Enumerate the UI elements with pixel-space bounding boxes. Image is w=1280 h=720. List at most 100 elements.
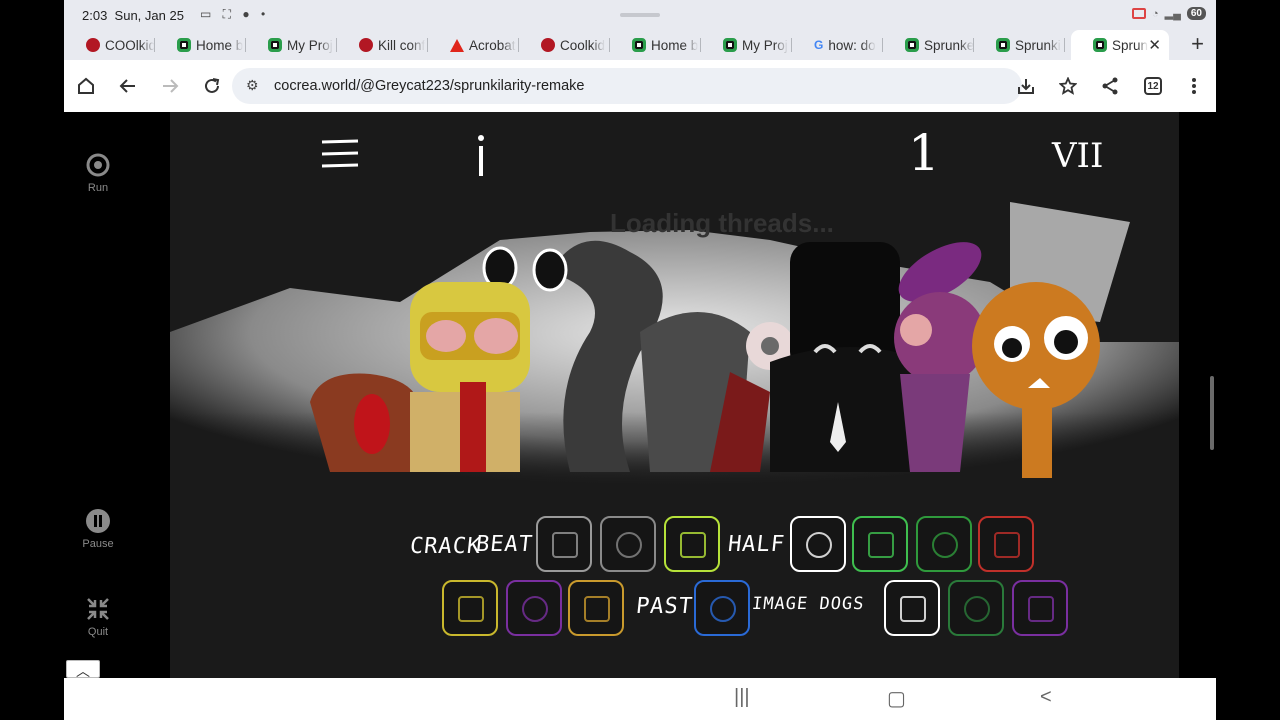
tab-2[interactable]: My Proj — [246, 30, 337, 60]
site-settings-icon[interactable]: ⚙ — [246, 77, 259, 94]
download-button[interactable] — [1012, 72, 1040, 100]
horns-glyph — [522, 596, 548, 622]
tab-label: Home b — [651, 37, 699, 53]
tree-sound-icon[interactable] — [948, 580, 1004, 636]
tab-4[interactable]: Acrobat — [428, 30, 519, 60]
wave-sound-icon[interactable] — [978, 516, 1034, 572]
bookmark-button[interactable] — [1054, 72, 1082, 100]
run-button[interactable]: Run — [64, 152, 132, 194]
info-button[interactable] — [475, 134, 487, 183]
tab-label: COOlkid — [105, 37, 155, 53]
share-button[interactable] — [1096, 72, 1124, 100]
eye-sound-icon[interactable] — [442, 580, 498, 636]
crossed-lines-glyph — [616, 532, 642, 558]
forward-button[interactable] — [156, 72, 184, 100]
tab-1[interactable]: Home b — [155, 30, 246, 60]
tab-label: Coolkid — [560, 37, 606, 53]
tab-10[interactable]: Sprunki — [974, 30, 1065, 60]
crossed-lines-sound-icon[interactable] — [600, 516, 656, 572]
pause-button[interactable]: Pause — [64, 508, 132, 550]
tab-9[interactable]: Sprunke — [883, 30, 974, 60]
home-button[interactable] — [72, 72, 100, 100]
flower-glyph — [868, 532, 894, 558]
palette-text-crack: CRACK — [408, 534, 483, 559]
candles-glyph — [680, 532, 706, 558]
horns-sound-icon[interactable] — [506, 580, 562, 636]
status-time: 2:03 Sun, Jan 25 — [82, 8, 184, 23]
diamond-sound-icon[interactable] — [884, 580, 940, 636]
recents-button[interactable]: ||| — [734, 686, 750, 709]
eye-glyph — [458, 596, 484, 622]
tab-0[interactable]: COOlkid — [64, 30, 155, 60]
acrobat-icon — [450, 38, 464, 52]
loading-text: Loading threads... — [610, 208, 834, 238]
arrow-right-icon — [163, 79, 179, 93]
quit-button[interactable]: Quit — [64, 596, 132, 638]
star-icon — [1059, 77, 1077, 95]
palette-text-image-dogs: IMAGE DOGS — [750, 594, 866, 614]
reload-icon — [205, 78, 220, 93]
flower-sound-icon[interactable] — [852, 516, 908, 572]
counter-value: 1 — [908, 124, 940, 182]
back-nav-button[interactable]: < — [1040, 686, 1052, 709]
signal-icon: ▂▄ — [1164, 8, 1181, 20]
reload-button[interactable] — [198, 72, 226, 100]
wifi-icon: ◔ — [1151, 7, 1159, 20]
more-vert-icon — [1192, 78, 1196, 94]
tab-label: Sprunke — [924, 37, 974, 53]
browser-window: 2:03 Sun, Jan 25 ▭ ⛶ ● • ◔ ▂▄ 60 COOlkid… — [64, 0, 1216, 720]
flame-glyph — [932, 532, 958, 558]
red-dot-icon — [86, 38, 100, 52]
microphone-sound-icon[interactable] — [536, 516, 592, 572]
url-text[interactable]: cocrea.world/@Greycat223/sprunkilarity-r… — [274, 78, 584, 94]
tab-5[interactable]: Coolkid — [519, 30, 610, 60]
run-icon — [86, 153, 110, 177]
diamond-glyph — [900, 596, 926, 622]
head-glyph — [1028, 596, 1054, 622]
pause-icon — [86, 509, 110, 533]
cap-sound-icon[interactable] — [568, 580, 624, 636]
new-tab-button[interactable]: + — [1191, 31, 1204, 57]
red-dot-icon — [359, 38, 373, 52]
candles-sound-icon[interactable] — [664, 516, 720, 572]
home-nav-button[interactable]: ▢ — [887, 686, 906, 711]
home-icon — [78, 77, 94, 94]
tab-label: Sprunki — [1015, 37, 1061, 53]
arrow-left-icon — [119, 79, 135, 93]
address-bar[interactable]: ⚙ cocrea.world/@Greycat223/sprunkilarity… — [232, 68, 1022, 104]
game-stage[interactable]: Loading threads... 1 VII CRACK BEAT HALF… — [170, 112, 1179, 678]
palette-text-half: HALF — [726, 532, 787, 557]
close-tab-icon[interactable]: ✕ — [1148, 36, 1161, 54]
page-scrollbar[interactable] — [1210, 376, 1214, 450]
tab-11[interactable]: Sprun ✕ — [1071, 30, 1169, 60]
palette-text-past: PAST — [634, 594, 695, 619]
hat-sound-icon[interactable] — [790, 516, 846, 572]
drag-handle[interactable] — [620, 13, 660, 17]
menu-button[interactable] — [1180, 72, 1208, 100]
back-button[interactable] — [114, 72, 142, 100]
red-dot-icon — [541, 38, 555, 52]
hamburger-menu-icon — [321, 139, 359, 168]
flame-sound-icon[interactable] — [916, 516, 972, 572]
status-icons: ◔ ▂▄ 60 — [1131, 7, 1206, 20]
tab-7[interactable]: My Proj — [701, 30, 792, 60]
menu-lines-button[interactable] — [320, 138, 360, 175]
swirl-sound-icon[interactable] — [694, 580, 750, 636]
tab-6[interactable]: Home b — [610, 30, 701, 60]
collapse-panel-button[interactable]: ︿ — [66, 660, 100, 679]
cocrea-icon — [632, 38, 646, 52]
cocrea-icon — [177, 38, 191, 52]
system-status-bar: 2:03 Sun, Jan 25 ▭ ⛶ ● • ◔ ▂▄ 60 — [64, 0, 1216, 30]
cocrea-icon — [1093, 38, 1107, 52]
cap-glyph — [584, 596, 610, 622]
tab-3[interactable]: Kill conf — [337, 30, 428, 60]
head-sound-icon[interactable] — [1012, 580, 1068, 636]
tree-glyph — [964, 596, 990, 622]
level-label: VII — [1052, 136, 1104, 176]
shrink-icon — [87, 598, 109, 620]
tab-label: My Proj — [742, 37, 788, 53]
tab-switcher-button[interactable]: 12 — [1144, 77, 1162, 95]
tab-8[interactable]: Ghow: do — [792, 30, 883, 60]
swirl-glyph — [710, 596, 736, 622]
info-icon — [478, 135, 484, 176]
